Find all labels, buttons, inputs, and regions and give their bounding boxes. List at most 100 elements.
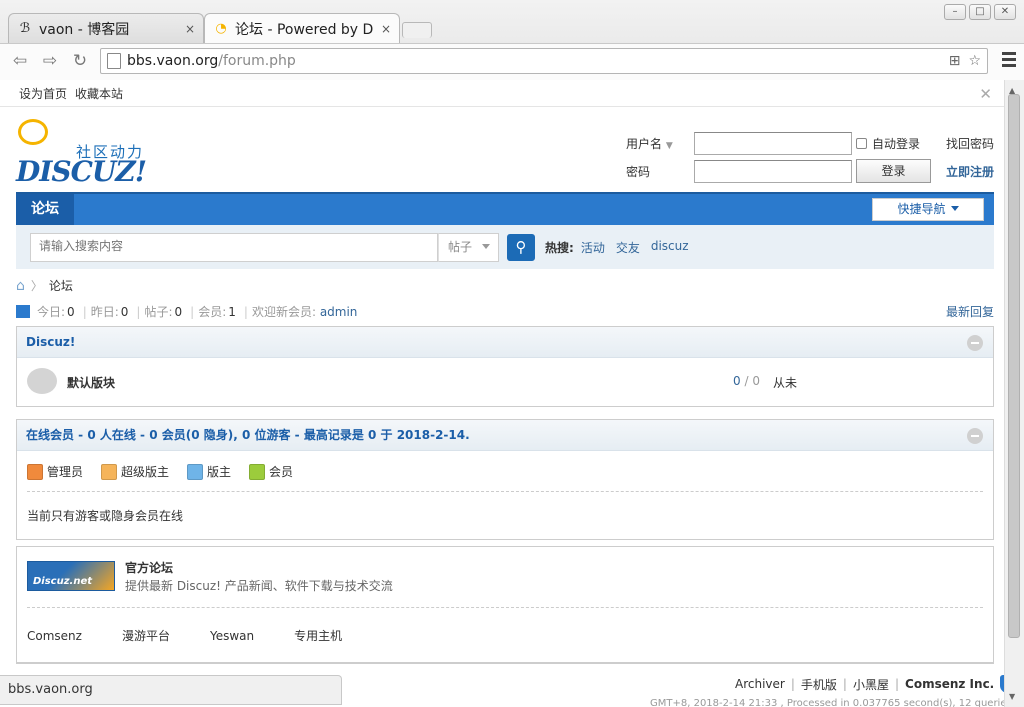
welcome-label: 欢迎新会员: — [251, 305, 316, 319]
legend-admin: 管理员 — [27, 463, 83, 480]
today-label: 今日: — [37, 305, 66, 319]
company-link[interactable]: Comsenz Inc. — [905, 677, 994, 691]
vertical-scrollbar[interactable]: ▲ ▼ — [1004, 80, 1024, 707]
today-count: 0 — [67, 304, 75, 319]
browser-menu-icon[interactable] — [1002, 52, 1016, 70]
register-link[interactable]: 立即注册 — [946, 163, 994, 180]
tab-title: vaon - 博客园 — [39, 21, 130, 38]
forward-arrow-icon[interactable]: ⇨ — [38, 50, 62, 72]
members-count: 1 — [228, 304, 236, 319]
newest-member-link[interactable]: admin — [320, 305, 358, 319]
blacklist-link[interactable]: 小黑屋 — [853, 676, 889, 693]
reload-icon[interactable]: ↻ — [68, 50, 92, 72]
url-host: bbs.vaon.org — [127, 53, 219, 69]
online-panel: 在线会员 - 0 人在线 - 0 会员(0 隐身), 0 位游客 - 最高记录是… — [16, 419, 994, 540]
hot-search-item[interactable]: 交友 — [616, 239, 640, 256]
tab-close-icon[interactable]: × — [381, 22, 391, 36]
mobile-link[interactable]: 手机版 — [801, 676, 837, 693]
forum-name[interactable]: 默认版块 — [67, 374, 115, 391]
home-icon[interactable]: ⌂ — [16, 278, 25, 294]
search-input[interactable] — [39, 239, 429, 253]
tab-title: 论坛 - Powered by D — [235, 21, 374, 38]
footer-links: Archiver | 手机版 | 小黑屋 | Comsenz Inc. — [735, 675, 1016, 693]
browser-chrome: ℬ vaon - 博客园 × ◔ 论坛 - Powered by D × – □… — [0, 0, 1024, 80]
stats-chart-icon[interactable] — [16, 305, 30, 318]
online-title[interactable]: 在线会员 - 0 人在线 - 0 会员(0 隐身), 0 位游客 - 最高记录是… — [26, 428, 470, 442]
search-icon: ⚲ — [515, 238, 527, 256]
search-box — [30, 233, 438, 262]
official-forum-link[interactable]: 官方论坛 — [125, 559, 173, 576]
posts-label: 帖子: — [144, 305, 173, 319]
set-home-link[interactable]: 设为首页 — [19, 85, 67, 102]
browser-tab-blog[interactable]: ℬ vaon - 博客园 × — [8, 13, 204, 43]
member-user-icon — [249, 463, 266, 480]
auto-login-checkbox[interactable]: 自动登录 — [856, 135, 920, 152]
window-controls: – □ ✕ — [944, 4, 1016, 20]
minimize-icon[interactable]: – — [944, 4, 966, 20]
logo-bubble-icon — [18, 119, 48, 145]
search-bar: 帖子 ⚲ 热搜: 活动 交友 discuz — [16, 225, 994, 269]
chevron-down-icon — [482, 244, 491, 249]
top-links-bar: 设为首页 收藏本站 ✕ — [0, 80, 1004, 107]
site-header: 社区动力 DISCUZ! 用户名 ▼ 自动登录 找回密码 密码 登录 立即注册 — [0, 107, 1004, 192]
category-header: Discuz! — [17, 327, 993, 358]
quick-nav-button[interactable]: 快捷导航 — [872, 198, 984, 221]
nav-forum-tab[interactable]: 论坛 — [16, 194, 74, 225]
friend-link[interactable]: 专用主机 — [294, 627, 342, 644]
archiver-link[interactable]: Archiver — [735, 677, 785, 691]
browser-tab-forum[interactable]: ◔ 论坛 - Powered by D × — [204, 13, 400, 43]
members-label: 会员: — [198, 305, 227, 319]
close-window-icon[interactable]: ✕ — [994, 4, 1016, 20]
username-label[interactable]: 用户名 ▼ — [626, 135, 686, 152]
discuz-net-logo[interactable]: Discuz.net — [27, 561, 115, 591]
discuz-favicon-icon: ◔ — [215, 21, 227, 36]
password-input[interactable] — [694, 159, 852, 183]
forum-counts: 0 / 0 — [733, 374, 760, 388]
maximize-icon[interactable]: □ — [969, 4, 991, 20]
category-panel: Discuz! 默认版块 0 / 0 从未 — [16, 326, 994, 407]
username-input[interactable] — [694, 131, 852, 155]
scroll-thumb[interactable] — [1008, 94, 1020, 638]
find-password-link[interactable]: 找回密码 — [946, 135, 994, 152]
forum-row: 默认版块 0 / 0 从未 — [17, 358, 993, 406]
bookmark-site-link[interactable]: 收藏本站 — [75, 85, 123, 102]
forum-last-post: 从未 — [773, 376, 798, 390]
category-title[interactable]: Discuz! — [26, 335, 75, 349]
forum-bubble-icon — [27, 368, 57, 394]
friend-link[interactable]: Comsenz — [27, 629, 82, 643]
yesterday-count: 0 — [120, 304, 129, 319]
moderator-user-icon — [187, 463, 204, 480]
bookmark-star-icon[interactable]: ☆ — [968, 53, 981, 69]
official-forum-desc: 提供最新 Discuz! 产品新闻、软件下载与技术交流 — [125, 579, 393, 593]
collapse-icon[interactable]: ✕ — [979, 85, 992, 103]
chevron-down-icon — [950, 206, 959, 211]
login-button[interactable]: 登录 — [856, 159, 931, 183]
search-type-select[interactable]: 帖子 — [438, 233, 499, 262]
footer-processing-info: GMT+8, 2018-2-14 21:33 , Processed in 0.… — [650, 698, 1019, 707]
latest-reply-link[interactable]: 最新回复 — [946, 303, 994, 320]
hot-search-item[interactable]: discuz — [651, 239, 689, 256]
translate-icon[interactable]: ⊞ — [949, 53, 961, 69]
breadcrumb: ⌂ 〉 论坛 — [16, 277, 73, 294]
browser-toolbar: ⇦ ⇨ ↻ bbs.vaon.org/forum.php ⊞ ☆ — [0, 43, 1024, 80]
forum-stats: 今日: 0 | 昨日: 0 | 帖子: 0 | 会员: 1 | 欢迎新会员: admin… — [16, 303, 994, 320]
search-button[interactable]: ⚲ — [507, 234, 535, 261]
discuz-logo[interactable]: 社区动力 DISCUZ! — [16, 119, 156, 188]
friend-link[interactable]: 漫游平台 — [122, 627, 170, 644]
super-moderator-user-icon — [101, 463, 118, 480]
url-path: /forum.php — [218, 53, 296, 69]
back-arrow-icon[interactable]: ⇦ — [8, 50, 32, 72]
scroll-down-icon[interactable]: ▼ — [1009, 692, 1015, 701]
password-label: 密码 — [626, 164, 651, 179]
collapse-toggle-icon[interactable] — [967, 428, 983, 444]
hot-search-item[interactable]: 活动 — [581, 239, 605, 256]
hot-search: 热搜: 活动 交友 discuz — [545, 239, 689, 256]
new-tab-button[interactable] — [402, 22, 432, 38]
friend-link[interactable]: Yeswan — [210, 629, 254, 643]
address-bar[interactable]: bbs.vaon.org/forum.php ⊞ ☆ — [100, 48, 988, 74]
collapse-toggle-icon[interactable] — [967, 335, 983, 351]
breadcrumb-separator-icon: 〉 — [30, 279, 43, 293]
blog-favicon-icon: ℬ — [19, 21, 31, 36]
tab-close-icon[interactable]: × — [185, 22, 195, 36]
posts-count: 0 — [174, 304, 183, 319]
